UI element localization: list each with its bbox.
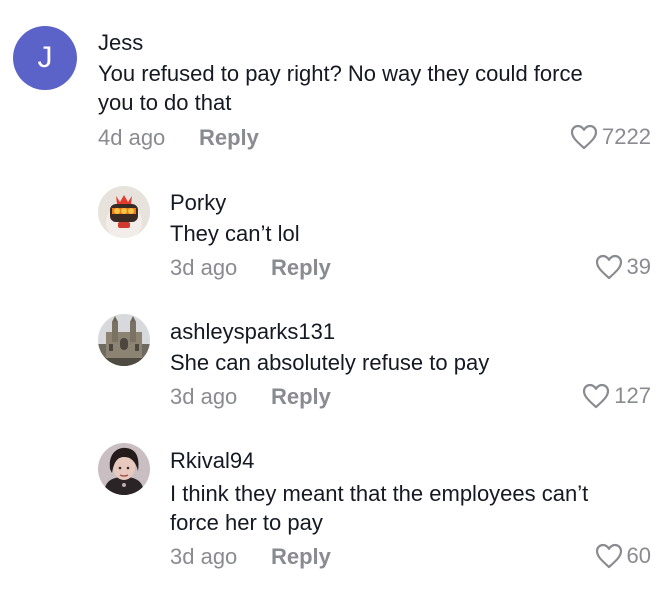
- comment-text-line: You refused to pay right? No way they co…: [98, 61, 583, 86]
- comment-username[interactable]: Jess: [98, 30, 143, 56]
- reply-button[interactable]: Reply: [199, 125, 259, 151]
- like-count: 127: [614, 383, 651, 408]
- like-count: 7222: [602, 124, 651, 149]
- comment-text: She can absolutely refuse to pay: [170, 348, 489, 377]
- comment-text-line: I think they meant that the employees ca…: [170, 481, 589, 506]
- like-button[interactable]: 60: [595, 543, 651, 569]
- comment-text-line: They can’t lol: [170, 221, 300, 246]
- heart-outline-icon: [582, 383, 610, 409]
- heart-outline-icon: [595, 543, 623, 569]
- reply-button[interactable]: Reply: [271, 255, 331, 281]
- heart-outline-icon: [595, 254, 623, 280]
- comment-text-line: She can absolutely refuse to pay: [170, 350, 490, 375]
- comment-username[interactable]: ashleysparks131: [170, 319, 335, 345]
- comment-text: I think they meant that the employees ca…: [170, 479, 588, 537]
- comment-username[interactable]: Rkival94: [170, 448, 254, 474]
- comment-text: They can’t lol: [170, 219, 300, 248]
- like-button[interactable]: 7222: [570, 124, 651, 150]
- comment-timestamp: 3d ago: [170, 544, 238, 569]
- avatar[interactable]: [98, 443, 150, 495]
- like-count: 39: [626, 254, 651, 279]
- comment-text-line: force her to pay: [170, 510, 323, 535]
- like-count: 60: [626, 543, 651, 568]
- like-button[interactable]: 39: [595, 254, 651, 280]
- avatar[interactable]: J: [13, 26, 77, 90]
- avatar[interactable]: [98, 314, 150, 366]
- reply-button[interactable]: Reply: [271, 544, 331, 570]
- like-button[interactable]: 127: [582, 383, 651, 409]
- heart-outline-icon: [570, 124, 598, 150]
- comment-timestamp: 4d ago: [98, 125, 166, 150]
- reply-button[interactable]: Reply: [271, 384, 331, 410]
- avatar-letter: J: [37, 41, 53, 74]
- avatar[interactable]: [98, 186, 150, 238]
- comment-text-line: you to do that: [98, 90, 232, 115]
- comment-timestamp: 3d ago: [170, 255, 238, 280]
- comment-username[interactable]: Porky: [170, 190, 226, 216]
- comment-timestamp: 3d ago: [170, 384, 238, 409]
- comment-text: You refused to pay right? No way they co…: [98, 59, 583, 117]
